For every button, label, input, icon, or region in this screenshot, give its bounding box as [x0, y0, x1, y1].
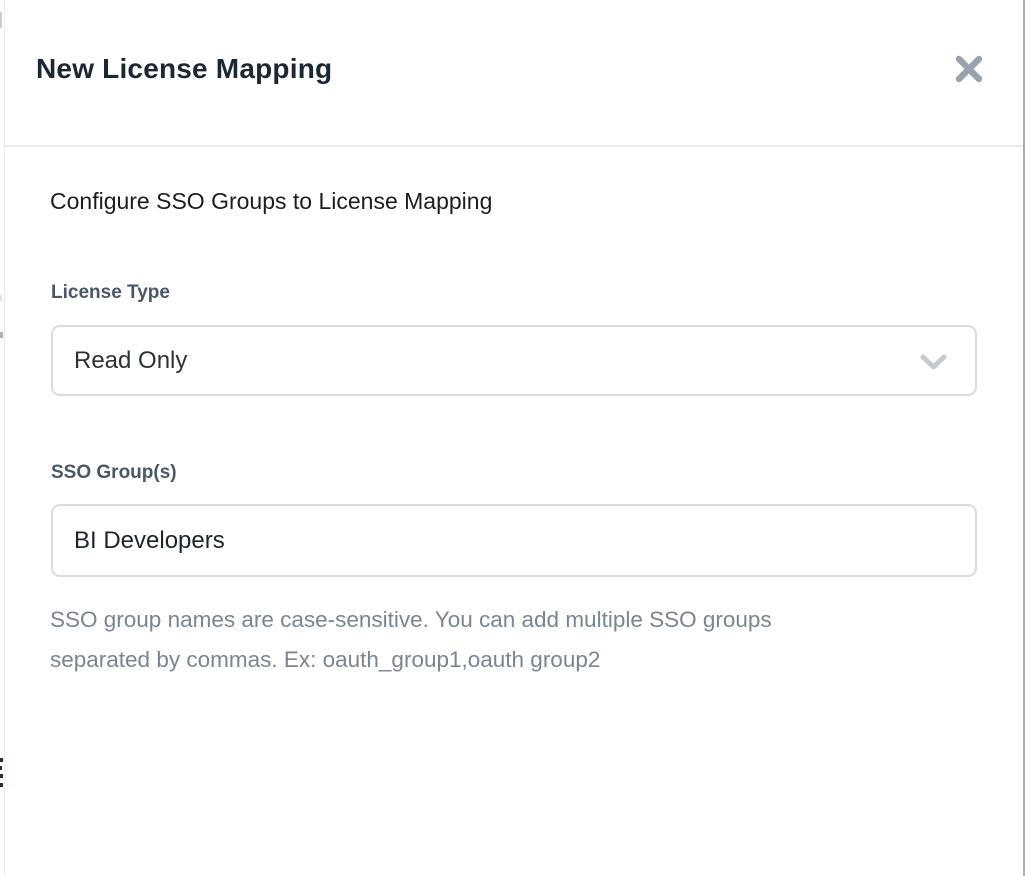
help-text-line: SSO group names are case-sensitive. You …	[50, 600, 950, 640]
background-page-fragment	[0, 295, 2, 301]
modal-title: New License Mapping	[36, 52, 332, 86]
background-page-fragment	[0, 766, 2, 770]
header-divider	[4, 145, 1023, 147]
sso-groups-input[interactable]	[51, 504, 977, 577]
background-page-fragment	[0, 774, 3, 778]
sso-groups-label: SSO Group(s)	[51, 461, 177, 485]
license-mapping-modal: New License Mapping Configure SSO Groups…	[0, 0, 1028, 876]
window-right-edge	[1023, 0, 1025, 876]
sso-groups-help-text: SSO group names are case-sensitive. You …	[50, 600, 950, 680]
chevron-down-icon	[920, 354, 947, 371]
background-page-fragment	[0, 758, 3, 762]
background-page-fragment	[0, 332, 3, 338]
license-type-selected-value: Read Only	[74, 347, 920, 375]
modal-description: Configure SSO Groups to License Mapping	[50, 187, 492, 215]
modal-left-edge	[4, 0, 5, 876]
close-icon	[954, 54, 984, 84]
license-type-label: License Type	[51, 281, 170, 305]
help-text-line: separated by commas. Ex: oauth_group1,oa…	[50, 640, 950, 680]
close-button[interactable]	[947, 47, 991, 91]
background-page-fragment	[0, 783, 3, 787]
background-page-fragment	[0, 12, 2, 28]
license-type-select[interactable]: Read Only	[51, 325, 977, 396]
